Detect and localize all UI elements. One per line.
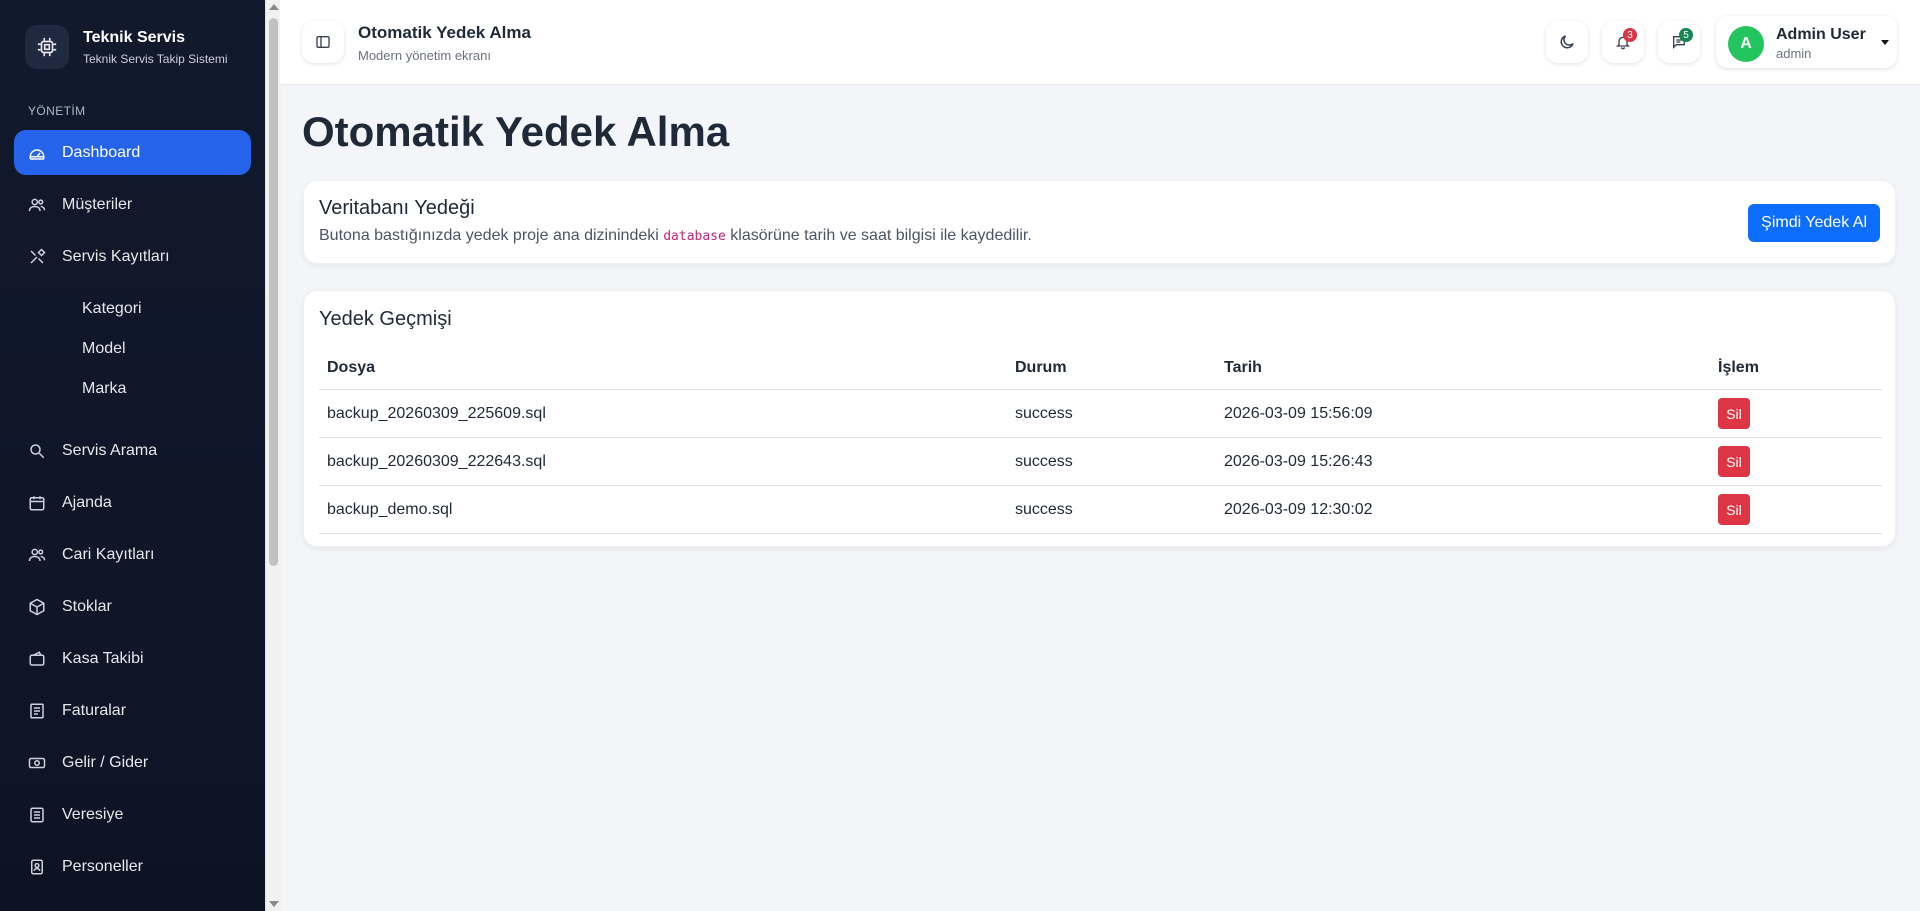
description-text: klasörüne tarih ve saat bilgisi ile kayd…: [725, 227, 1032, 244]
sidebar-item-label: Müşteriler: [62, 195, 133, 213]
file-cell: backup_20260309_225609.sql: [319, 389, 1007, 438]
theme-toggle-button[interactable]: [1546, 21, 1588, 63]
file-cell: backup_demo.sql: [319, 485, 1007, 534]
notification-badge: 3: [1623, 28, 1637, 42]
tools-icon: [28, 247, 46, 266]
user-menu[interactable]: A Admin User admin: [1716, 16, 1897, 68]
user-role: admin: [1776, 46, 1812, 61]
sidebar-item-label: Cari Kayıtları: [62, 545, 155, 563]
moon-icon: [1560, 35, 1574, 49]
sidebar-item-label: Stoklar: [62, 597, 112, 615]
sidebar-item-label: Kasa Takibi: [62, 649, 144, 667]
sidebar-item-cari-kayitlari[interactable]: Cari Kayıtları: [14, 532, 251, 577]
delete-button[interactable]: Sil: [1718, 494, 1750, 525]
badge-icon: [28, 858, 46, 876]
sidebar-item-label: Ajanda: [62, 493, 112, 511]
description-text: Butona bastığınızda yedek proje ana dizi…: [319, 227, 664, 244]
backup-card-description: Butona bastığınızda yedek proje ana dizi…: [319, 227, 1032, 245]
sidebar-subitem-marka[interactable]: Marka: [82, 380, 126, 398]
sidebar-scrollbar[interactable]: [265, 0, 281, 911]
sidebar-item-label: Personeller: [62, 857, 143, 875]
chip-icon: [25, 25, 69, 69]
cash-icon: [28, 754, 46, 772]
chevron-down-icon: [1881, 40, 1889, 45]
calendar-icon: [28, 494, 46, 512]
backup-history-title: Yedek Geçmişi: [319, 308, 452, 330]
table-row: backup_demo.sql success 2026-03-09 12:30…: [319, 485, 1882, 534]
box-icon: [28, 598, 46, 616]
sidebar-toggle-icon: [316, 36, 330, 48]
sidebar-item-label: Gelir / Gider: [62, 753, 149, 771]
sidebar-item-faturalar[interactable]: Faturalar: [14, 688, 251, 733]
user-name: Admin User: [1776, 26, 1866, 43]
backup-history-card: Yedek Geçmişi Dosya Durum Tarih İşlem ba…: [303, 290, 1896, 547]
users-icon: [28, 546, 46, 564]
sidebar-item-label: Servis Kayıtları: [62, 247, 170, 265]
wallet-icon: [28, 650, 46, 668]
table-header-row: Dosya Durum Tarih İşlem: [319, 347, 1882, 390]
delete-button[interactable]: Sil: [1718, 398, 1750, 429]
users-icon: [28, 196, 46, 214]
sidebar-item-musteriler[interactable]: Müşteriler: [14, 182, 251, 227]
backup-history-table: Dosya Durum Tarih İşlem backup_20260309_…: [319, 347, 1882, 534]
sidebar-item-gelir-gider[interactable]: Gelir / Gider: [14, 740, 251, 785]
date-cell: 2026-03-09 15:26:43: [1216, 437, 1710, 486]
sidebar-item-label: Servis Arama: [62, 441, 158, 459]
sidebar-toggle-button[interactable]: [302, 21, 344, 63]
status-cell: success: [1007, 437, 1216, 486]
brand-title: Teknik Servis: [83, 28, 185, 46]
sidebar-item-personeller[interactable]: Personeller: [14, 844, 251, 889]
header-subtitle: Modern yönetim ekranı: [358, 48, 491, 63]
status-cell: success: [1007, 485, 1216, 534]
table-row: backup_20260309_222643.sql success 2026-…: [319, 437, 1882, 486]
header-title: Otomatik Yedek Alma: [358, 23, 531, 42]
invoice-icon: [28, 702, 46, 720]
sidebar-item-stoklar[interactable]: Stoklar: [14, 584, 251, 629]
sidebar-item-veresiye[interactable]: Veresiye: [14, 792, 251, 837]
file-cell: backup_20260309_222643.sql: [319, 437, 1007, 486]
sidebar-item-label: Veresiye: [62, 805, 124, 823]
page-title: Otomatik Yedek Alma: [302, 108, 730, 155]
database-folder-code: database: [663, 229, 726, 244]
messages-badge: 5: [1679, 28, 1693, 42]
date-cell: 2026-03-09 15:56:09: [1216, 389, 1710, 438]
backup-card: Veritabanı Yedeği Butona bastığınızda ye…: [303, 180, 1896, 264]
brand-subtitle: Teknik Servis Takip Sistemi: [83, 51, 228, 66]
ledger-icon: [28, 806, 46, 824]
sidebar-subitem-kategori[interactable]: Kategori: [82, 300, 142, 318]
search-icon: [28, 442, 46, 460]
column-header-islem: İşlem: [1710, 347, 1882, 390]
date-cell: 2026-03-09 12:30:02: [1216, 485, 1710, 534]
topbar: Otomatik Yedek Alma Modern yönetim ekran…: [280, 0, 1920, 85]
column-header-dosya: Dosya: [319, 347, 1007, 390]
sidebar-subitem-model[interactable]: Model: [82, 340, 126, 358]
table-row: backup_20260309_225609.sql success 2026-…: [319, 389, 1882, 438]
notifications-button[interactable]: 3: [1602, 21, 1644, 63]
sidebar-item-servis-kayitlari[interactable]: Servis Kayıtları: [14, 234, 251, 279]
sidebar: Teknik Servis Teknik Servis Takip Sistem…: [0, 0, 265, 911]
column-header-tarih: Tarih: [1216, 347, 1710, 390]
backup-card-title: Veritabanı Yedeği: [319, 197, 475, 219]
sidebar-item-dashboard[interactable]: Dashboard: [14, 130, 251, 175]
column-header-durum: Durum: [1007, 347, 1216, 390]
status-cell: success: [1007, 389, 1216, 438]
section-label: YÖNETİM: [28, 104, 86, 118]
sidebar-item-label: Dashboard: [62, 143, 141, 161]
scrollbar-thumb[interactable]: [269, 18, 278, 566]
scroll-up-arrow-icon[interactable]: [269, 4, 279, 10]
dashboard-icon: [28, 144, 46, 162]
avatar: A: [1728, 26, 1764, 62]
sidebar-item-ajanda[interactable]: Ajanda: [14, 480, 251, 525]
sidebar-item-kasa-takibi[interactable]: Kasa Takibi: [14, 636, 251, 681]
sidebar-item-label: Faturalar: [62, 701, 127, 719]
brand[interactable]: Teknik Servis Teknik Servis Takip Sistem…: [25, 25, 228, 69]
scroll-down-arrow-icon[interactable]: [269, 901, 279, 907]
delete-button[interactable]: Sil: [1718, 446, 1750, 477]
backup-now-button[interactable]: Şimdi Yedek Al: [1748, 204, 1880, 242]
messages-button[interactable]: 5: [1658, 21, 1700, 63]
sidebar-item-servis-arama[interactable]: Servis Arama: [14, 428, 251, 473]
